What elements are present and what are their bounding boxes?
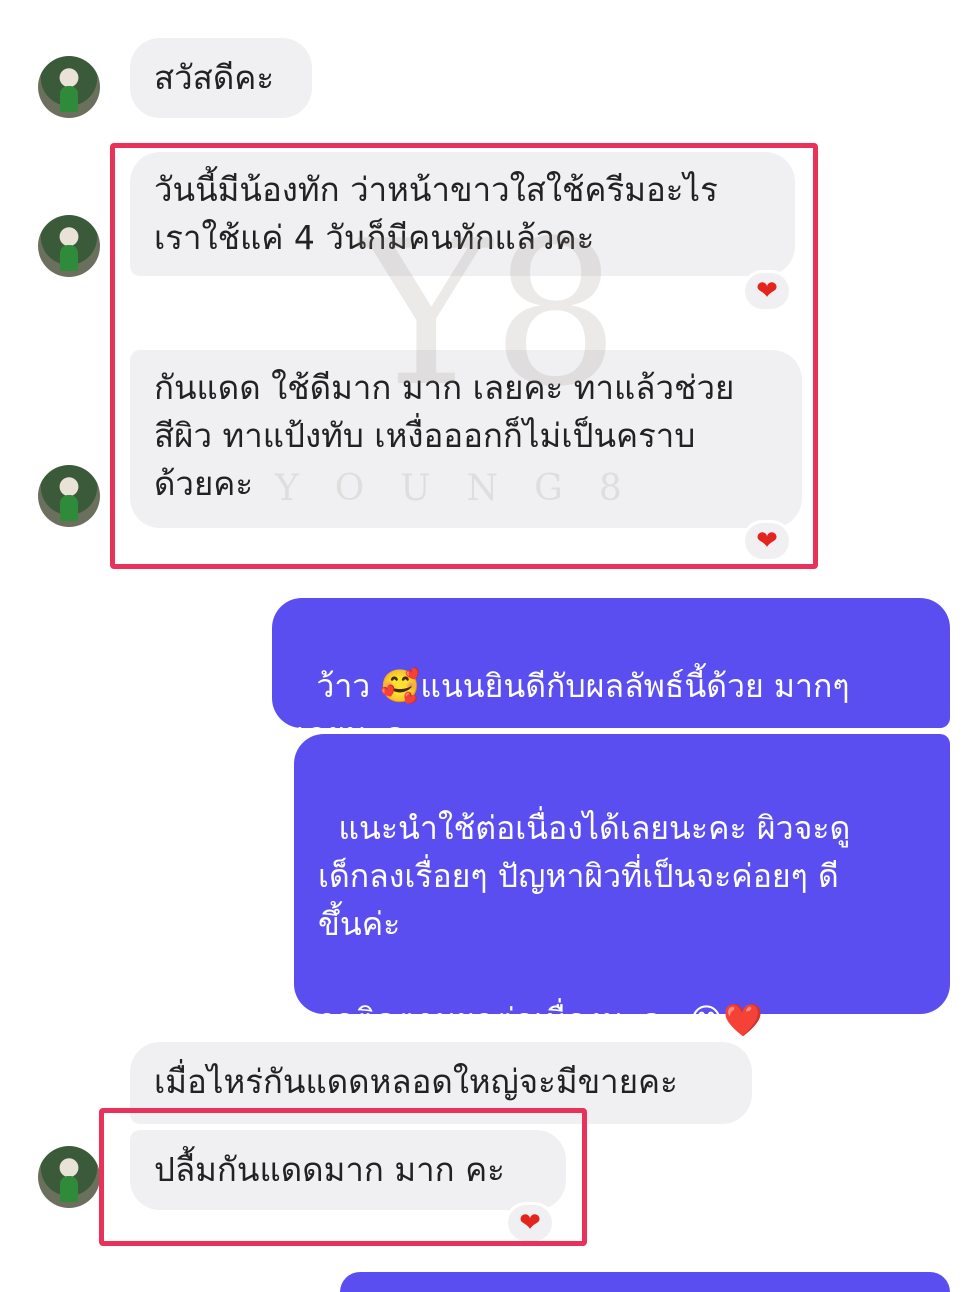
heart-icon: ❤ <box>756 276 778 306</box>
outgoing-message: ว้าว 🥰แนนยินดีกับผลลัพธ์นี้ด้วย มากๆ เลย… <box>272 598 950 753</box>
heart-icon: ❤ <box>756 526 778 556</box>
incoming-message: สวัสดีคะ <box>130 38 312 118</box>
contact-avatar[interactable] <box>38 1146 100 1208</box>
heart-reaction[interactable]: ❤ <box>742 520 792 562</box>
contact-avatar[interactable] <box>38 56 100 118</box>
incoming-message: ปลื้มกันแดดมาก มาก คะ <box>130 1130 566 1210</box>
reply1-text-a: ว้าว <box>316 667 381 705</box>
smile-heart-emoji: 😊❤️ <box>689 1001 763 1039</box>
heart-reaction[interactable]: ❤ <box>742 270 792 312</box>
heart-icon: ❤ <box>519 1208 541 1238</box>
incoming-message: เมื่อไหร่กันแดดหลอดใหญ่จะมีขายคะ <box>130 1042 752 1124</box>
watermark-text: YOUNG8 <box>275 468 658 509</box>
outgoing-message-partial <box>340 1272 950 1292</box>
smiling-hearts-emoji: 🥰 <box>380 667 421 705</box>
heart-reaction[interactable]: ❤ <box>505 1202 555 1244</box>
contact-avatar[interactable] <box>38 465 100 527</box>
outgoing-message: แนะนำใช้ต่อเนื่องได้เลยนะคะ ผิวจะดู เด็ก… <box>294 734 950 1039</box>
watermark-logo: Y8 <box>360 198 620 431</box>
reply2-text: แนะนำใช้ต่อเนื่องได้เลยนะคะ ผิวจะดู เด็ก… <box>318 809 851 1039</box>
contact-avatar[interactable] <box>38 215 100 277</box>
